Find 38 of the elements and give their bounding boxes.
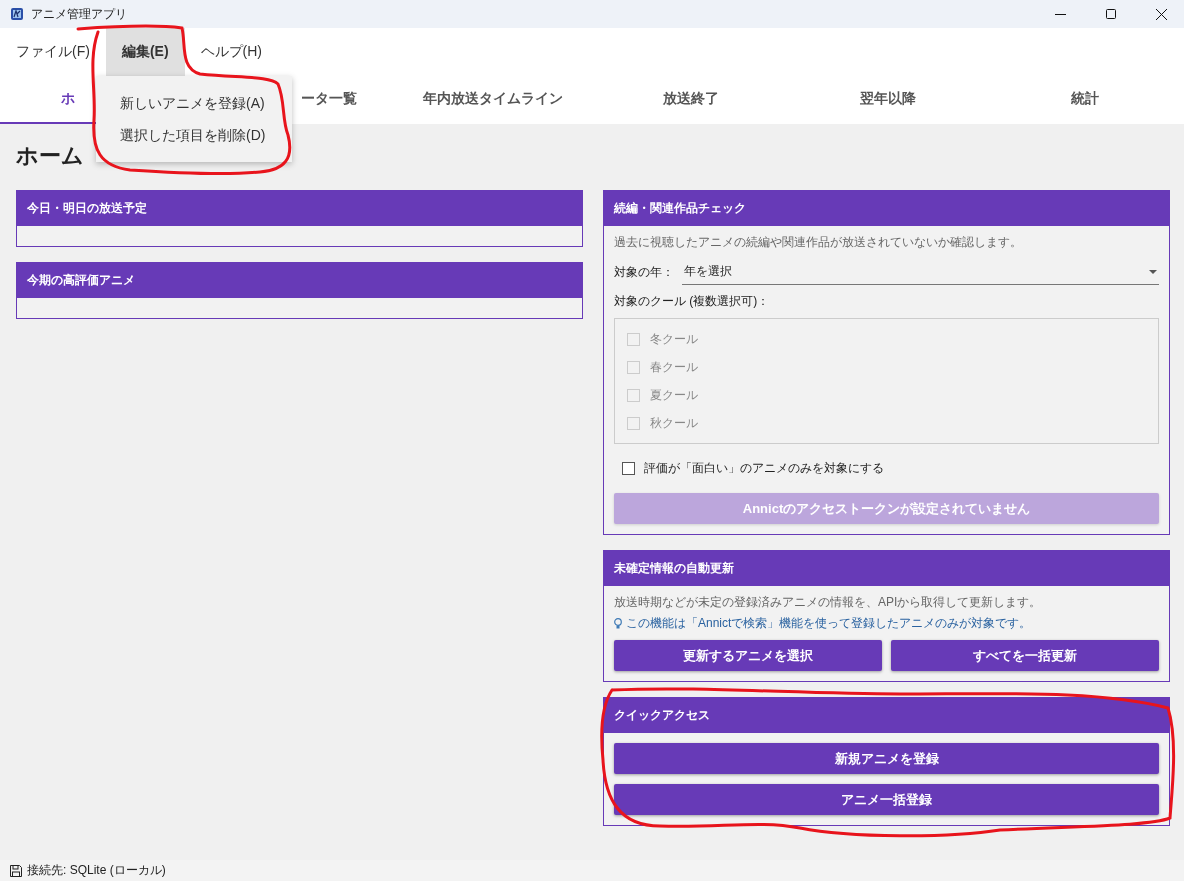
menu-item[interactable]: ヘルプ(H) <box>184 28 278 76</box>
quick-access-button[interactable]: アニメ一括登録 <box>614 784 1159 815</box>
panel-title: 今期の高評価アニメ <box>27 272 135 289</box>
panel-title: 未確定情報の自動更新 <box>614 560 734 577</box>
checkbox-label: 秋クール <box>650 414 698 432</box>
checkbox-label: 夏クール <box>650 386 698 404</box>
checkbox-label: 評価が「面白い」のアニメのみを対象にする <box>644 460 884 477</box>
tab[interactable]: 年内放送タイムライン <box>394 76 592 124</box>
panel-title: クイックアクセス <box>614 707 710 724</box>
menu-item[interactable]: ファイル(F) <box>0 28 106 76</box>
close-icon[interactable] <box>1156 8 1167 20</box>
description-text: 放送時期などが未定の登録済みアニメの情報を、APIから取得して更新します。 <box>614 594 1043 611</box>
field-label: 対象のクール (複数選択可)： <box>614 293 771 310</box>
checkbox[interactable] <box>622 462 635 475</box>
year-dropdown[interactable]: 年を選択 <box>682 259 1159 285</box>
update-button[interactable]: 更新するアニメを選択 <box>614 640 882 671</box>
menu-item[interactable]: 新しいアニメを登録(A) <box>96 88 292 120</box>
maximize-icon[interactable] <box>1106 8 1116 19</box>
description-text: 過去に視聴したアニメの続編や関連作品が放送されていないか確認します。 <box>614 234 1023 251</box>
app-icon <box>11 8 23 20</box>
tab[interactable]: 翌年以降 <box>789 76 987 124</box>
checkbox-label: 冬クール <box>650 330 698 348</box>
page-title: ホーム <box>16 142 85 170</box>
dropdown-caret-icon <box>1149 269 1157 274</box>
field-label: 対象の年： <box>614 263 674 281</box>
status-text: 接続先: SQLite (ローカル) <box>27 862 166 879</box>
update-button[interactable]: すべてを一括更新 <box>891 640 1159 671</box>
menu-item[interactable]: 編集(E) <box>105 28 185 76</box>
panel-title: 今日・明日の放送予定 <box>27 200 147 217</box>
lightbulb-icon <box>614 618 622 629</box>
tab[interactable]: 放送終了 <box>592 76 790 124</box>
hint-text: この機能は「Annictで検索」機能を使って登録したアニメのみが対象です。 <box>626 615 1032 632</box>
checkbox-label: 春クール <box>650 358 698 376</box>
tab[interactable]: 統計 <box>986 76 1184 124</box>
window-title: アニメ管理アプリ <box>31 5 128 23</box>
menu-item[interactable]: 選択した項目を削除(D) <box>96 120 292 152</box>
panel-title: 続編・関連作品チェック <box>614 200 746 217</box>
quick-access-button[interactable]: 新規アニメを登録 <box>614 743 1159 774</box>
